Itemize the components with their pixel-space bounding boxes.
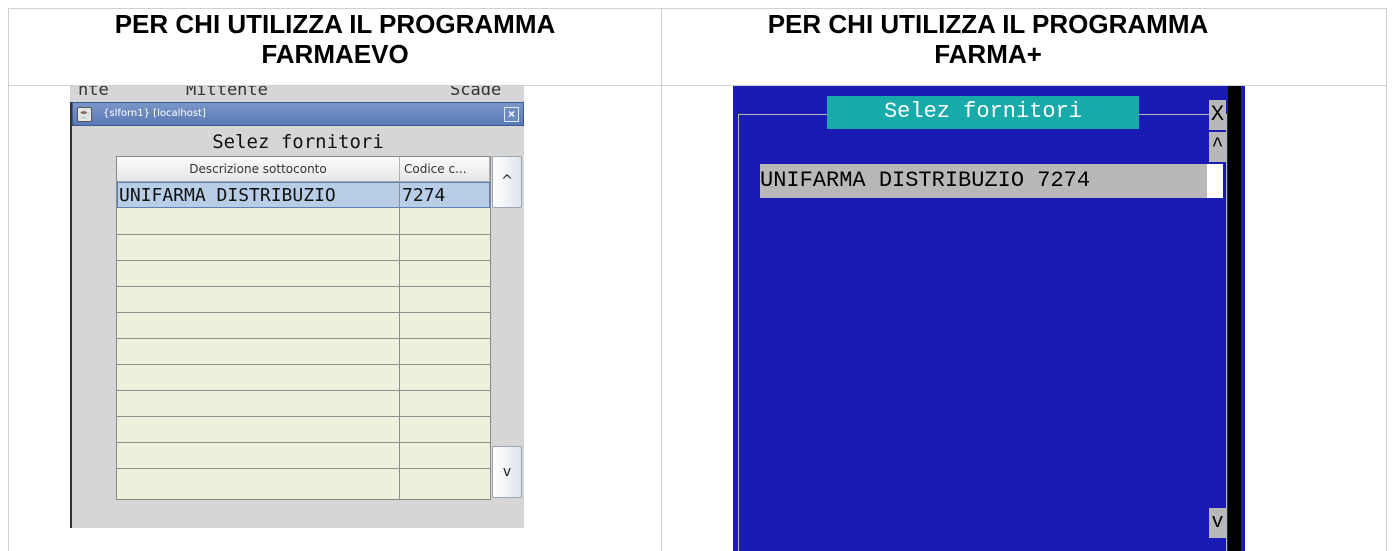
header-farmaplus: PER CHI UTILIZZA IL PROGRAMMA FARMA+ xyxy=(662,9,1314,69)
background-text-3: Scade xyxy=(450,86,502,100)
column-header-descrizione[interactable]: Descrizione sottoconto xyxy=(117,157,400,182)
header-farmaevo: PER CHI UTILIZZA IL PROGRAMMA FARMAEVO xyxy=(9,9,661,69)
farmaevo-dialog: ☕ {slforn1} [localhost] × Selez fornitor… xyxy=(70,102,524,528)
cell-codice: 7274 xyxy=(402,185,446,206)
suppliers-table: Descrizione sottoconto Codice c... UNIFA… xyxy=(116,156,491,500)
scroll-up-button[interactable]: ^ xyxy=(492,156,522,208)
column-header-codice[interactable]: Codice c... xyxy=(400,157,490,182)
table-row[interactable] xyxy=(117,287,490,313)
table-row[interactable] xyxy=(117,365,490,391)
dialog-heading: Selez fornitori xyxy=(212,131,384,153)
dialog-frame-right xyxy=(1226,114,1227,551)
scroll-up-icon[interactable]: ^ xyxy=(1209,132,1226,162)
java-app-icon: ☕ xyxy=(77,107,92,122)
dialog-frame-left xyxy=(738,114,739,551)
table-border-right xyxy=(1386,8,1387,551)
table-row-selected[interactable]: UNIFARMA DISTRIBUZIO 7274 xyxy=(117,182,490,208)
scroll-down-icon[interactable]: v xyxy=(1209,508,1226,538)
table-row[interactable] xyxy=(117,313,490,339)
table-row[interactable] xyxy=(117,391,490,417)
background-app-strip: nte Mittente Scade xyxy=(70,86,524,102)
background-text-2: Mittente xyxy=(186,86,268,100)
table-row[interactable] xyxy=(117,209,490,235)
terminal-edge xyxy=(1228,86,1241,551)
column-divider xyxy=(399,182,400,500)
table-row[interactable] xyxy=(117,443,490,469)
cell-descrizione: UNIFARMA DISTRIBUZIO xyxy=(119,185,336,206)
close-icon[interactable]: X xyxy=(1209,100,1226,130)
background-text-1: nte xyxy=(78,86,109,100)
table-row[interactable] xyxy=(117,469,490,495)
farmaplus-terminal: Selez fornitori X ^ UNIFARMA DISTRIBUZIO… xyxy=(733,86,1245,551)
table-row[interactable] xyxy=(117,235,490,261)
header-farmaplus-line2: FARMA+ xyxy=(934,39,1042,69)
header-farmaevo-line1: PER CHI UTILIZZA IL PROGRAMMA xyxy=(114,9,556,39)
scroll-down-button[interactable]: v xyxy=(492,446,522,498)
text-cursor xyxy=(1207,164,1223,198)
header-farmaevo-line2: FARMAEVO xyxy=(261,39,409,69)
dialog-title: {slforn1} [localhost] xyxy=(103,108,206,119)
header-farmaplus-line1: PER CHI UTILIZZA IL PROGRAMMA xyxy=(767,9,1209,39)
close-icon[interactable]: × xyxy=(504,107,519,122)
supplier-row-selected[interactable]: UNIFARMA DISTRIBUZIO 7274 xyxy=(760,164,1207,198)
table-scrollbar[interactable]: ^ v xyxy=(492,156,522,500)
table-divider-middle xyxy=(661,8,662,551)
dialog-frame-top-right xyxy=(1139,114,1209,115)
table-row[interactable] xyxy=(117,417,490,443)
dialog-titlebar[interactable]: ☕ {slforn1} [localhost] × xyxy=(72,102,524,126)
dialog-title: Selez fornitori xyxy=(827,96,1139,129)
table-row[interactable] xyxy=(117,261,490,287)
dialog-frame-top-left xyxy=(738,114,827,115)
table-row[interactable] xyxy=(117,339,490,365)
